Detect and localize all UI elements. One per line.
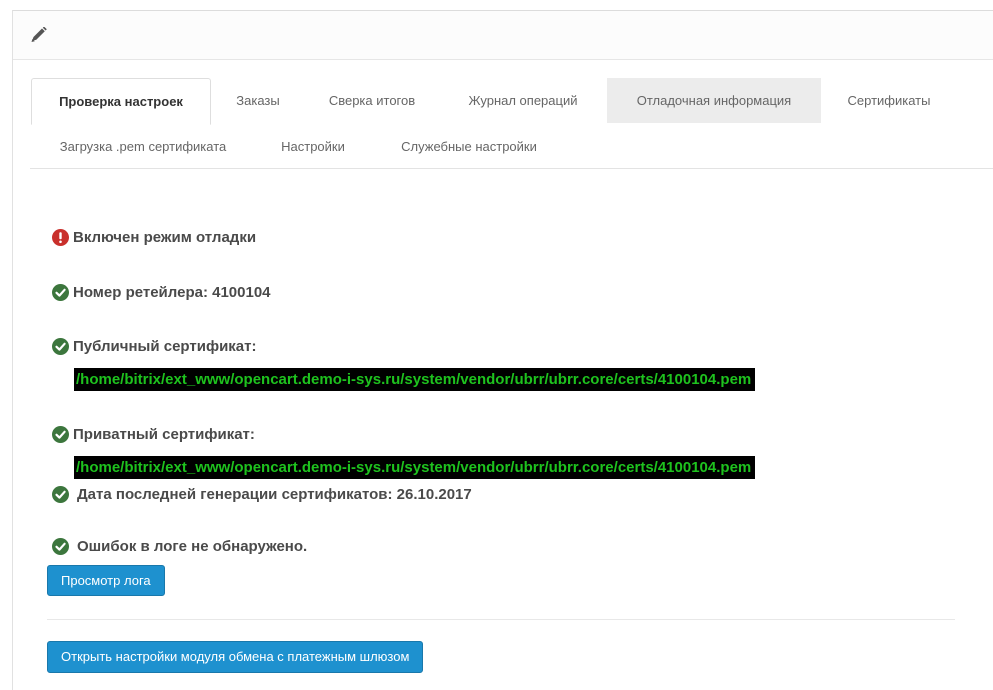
check-circle-icon — [52, 486, 69, 503]
private-cert-path: /home/bitrix/ext_www/opencart.demo-i-sys… — [74, 456, 756, 479]
status-retailer-text: Номер ретейлера: 4100104 — [73, 284, 271, 301]
exclamation-circle-icon — [52, 229, 69, 246]
check-circle-icon — [52, 338, 69, 355]
public-cert-path: /home/bitrix/ext_www/opencart.demo-i-sys… — [74, 368, 756, 391]
tab-totals-reconciliation[interactable]: Сверка итогов — [308, 78, 436, 123]
status-log-errors: Ошибок в логе не обнаружено. — [52, 538, 307, 555]
tab-operations-log[interactable]: Журнал операций — [447, 78, 599, 123]
open-gateway-settings-button[interactable]: Открыть настройки модуля обмена с платеж… — [47, 641, 424, 673]
panel-heading — [13, 11, 993, 60]
tab-settings[interactable]: Настройки — [262, 127, 364, 167]
tabs-divider — [30, 168, 993, 169]
status-public-cert-text: Публичный сертификат: — [73, 338, 257, 355]
divider — [47, 619, 955, 620]
status-log-errors-text: Ошибок в логе не обнаружено. — [77, 538, 308, 555]
tab-settings-check[interactable]: Проверка настроек — [31, 78, 211, 125]
view-log-button[interactable]: Просмотр лога — [47, 565, 165, 596]
tab-upload-pem[interactable]: Загрузка .pem сертификата — [38, 127, 248, 167]
tab-orders[interactable]: Заказы — [220, 78, 296, 123]
status-retailer: Номер ретейлера: 4100104 — [52, 284, 271, 301]
check-circle-icon — [52, 284, 69, 301]
status-public-cert: Публичный сертификат: — [52, 338, 257, 355]
status-generation-date: Дата последней генерации сертификатов: 2… — [52, 486, 472, 503]
status-generation-date-text: Дата последней генерации сертификатов: 2… — [77, 486, 472, 503]
tab-service-settings[interactable]: Служебные настройки — [378, 127, 560, 167]
pencil-icon — [31, 27, 47, 42]
tab-certificates[interactable]: Сертификаты — [830, 78, 948, 123]
status-private-cert-text: Приватный сертификат: — [73, 426, 255, 443]
status-debug-text: Включен режим отладки — [73, 229, 257, 246]
status-debug-mode: Включен режим отладки — [52, 229, 256, 246]
check-circle-icon — [52, 538, 69, 555]
check-circle-icon — [52, 426, 69, 443]
status-private-cert: Приватный сертификат: — [52, 426, 255, 443]
tab-debug-info[interactable]: Отладочная информация — [607, 78, 821, 123]
